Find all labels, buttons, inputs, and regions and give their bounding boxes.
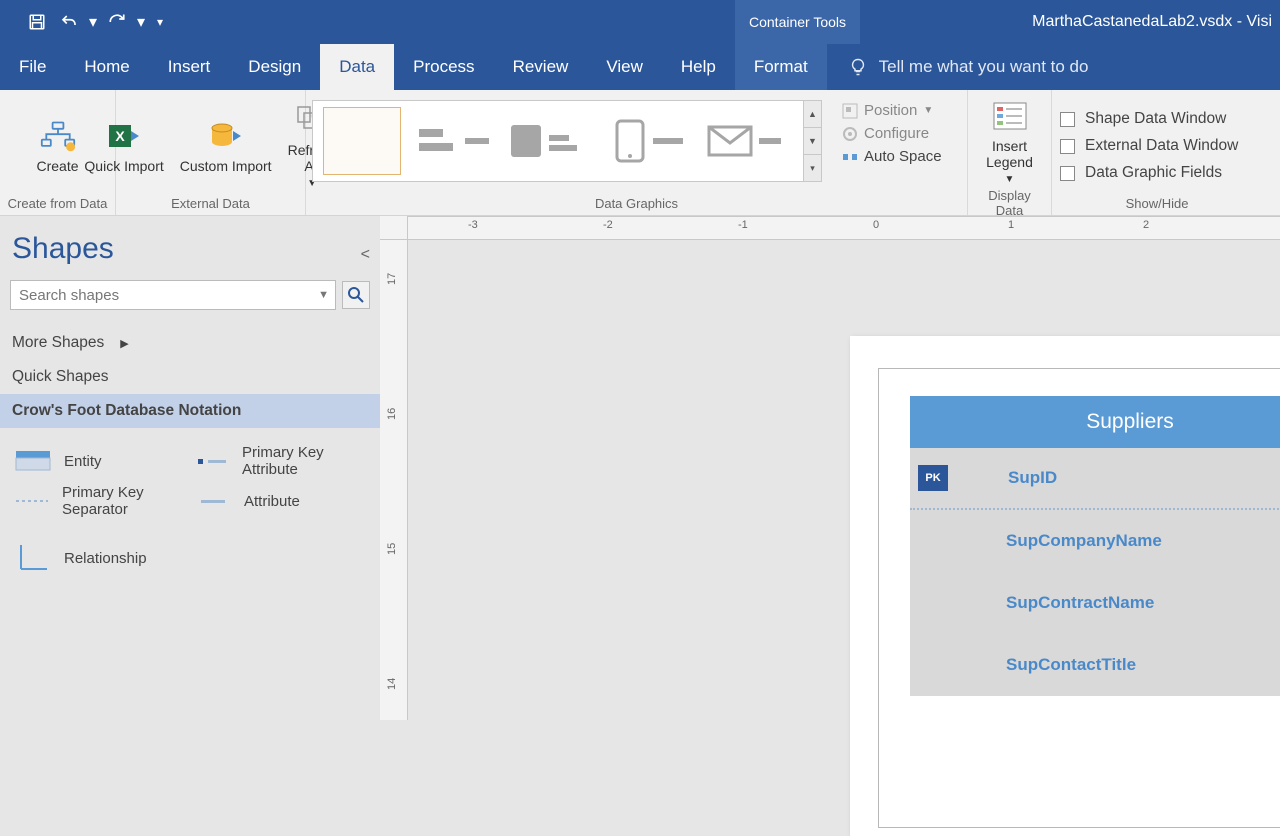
shape-attribute[interactable]: Attribute	[194, 484, 370, 518]
create-button[interactable]: Create	[30, 116, 84, 176]
search-shapes-input[interactable]: Search shapes ▼	[10, 280, 336, 310]
entity-header[interactable]: Suppliers	[910, 396, 1280, 448]
search-button[interactable]	[342, 281, 370, 309]
undo-icon[interactable]	[54, 7, 84, 37]
search-icon	[348, 287, 364, 303]
workspace: Shapes < Search shapes ▼ More Shapes▶ Qu…	[0, 216, 1280, 720]
gallery-item-phone[interactable]	[613, 107, 693, 175]
entity-row[interactable]: SupCompanyName	[910, 510, 1280, 572]
shape-primary-key-separator[interactable]: Primary Key Separator	[14, 484, 190, 518]
external-data-window-checkbox[interactable]: External Data Window	[1060, 137, 1238, 155]
legend-icon	[992, 98, 1028, 134]
arrange-options: Position ▼ Configure Auto Space	[836, 98, 948, 169]
shape-entity[interactable]: Entity	[14, 444, 190, 478]
gallery-scroll[interactable]: ▲▼▾	[803, 101, 821, 181]
entity-suppliers[interactable]: Suppliers PK SupID SupCompanyName SupCon…	[910, 396, 1280, 696]
gallery-item-databar[interactable]	[415, 107, 495, 175]
entity-row-pk[interactable]: PK SupID	[910, 448, 1280, 510]
shapes-title: Shapes	[0, 224, 380, 280]
tab-process[interactable]: Process	[394, 44, 493, 90]
tab-insert[interactable]: Insert	[149, 44, 230, 90]
gallery-item-mail[interactable]	[707, 107, 787, 175]
position-button[interactable]: Position ▼	[842, 102, 942, 119]
ruler-vertical: 17 16 15 14	[380, 240, 408, 720]
group-data-graphics: Data Graphics	[312, 196, 961, 213]
svg-text:X: X	[115, 128, 125, 144]
tell-me-label: Tell me what you want to do	[879, 57, 1089, 77]
group-external-data: External Data	[122, 196, 299, 213]
shapes-panel: Shapes < Search shapes ▼ More Shapes▶ Qu…	[0, 216, 380, 720]
tab-view[interactable]: View	[587, 44, 662, 90]
ruler-horizontal: -3 -2 -1 0 1 2	[408, 216, 1280, 240]
undo-dropdown-icon[interactable]: ▾	[86, 7, 100, 37]
group-create-from-data: Create from Data	[6, 196, 109, 213]
quick-shapes-link[interactable]: Quick Shapes	[0, 360, 380, 394]
tab-file[interactable]: File	[0, 44, 65, 90]
shape-data-window-checkbox[interactable]: Shape Data Window	[1060, 110, 1238, 128]
group-display-data: Display Data	[974, 188, 1045, 220]
redo-dropdown-icon[interactable]: ▾	[134, 7, 148, 37]
quick-access-toolbar: ▾ ▾ ▾	[0, 7, 170, 37]
document-title: MarthaCastanedaLab2.vsdx - Visi	[1032, 13, 1272, 31]
tab-data[interactable]: Data	[320, 44, 394, 90]
configure-button[interactable]: Configure	[842, 125, 942, 142]
redo-icon[interactable]	[102, 7, 132, 37]
contextual-tab-label: Container Tools	[735, 0, 860, 44]
insert-legend-button[interactable]: Insert Legend▼	[974, 96, 1045, 188]
tell-me[interactable]: Tell me what you want to do	[827, 44, 1089, 90]
custom-import-button[interactable]: Custom Import	[174, 116, 278, 176]
tab-review[interactable]: Review	[494, 44, 588, 90]
quick-import-button[interactable]: X Quick Import	[78, 116, 169, 176]
ribbon-tabs: File Home Insert Design Data Process Rev…	[0, 44, 1280, 90]
database-icon	[208, 118, 244, 154]
group-show-hide: Show/Hide	[1058, 196, 1256, 213]
gallery-item-none[interactable]	[323, 107, 401, 175]
lightbulb-icon	[849, 58, 867, 76]
tab-format[interactable]: Format	[735, 44, 827, 90]
canvas[interactable]: -3 -2 -1 0 1 2 17 16 15 14 Suppliers PK …	[380, 216, 1280, 720]
tab-home[interactable]: Home	[65, 44, 148, 90]
more-shapes-link[interactable]: More Shapes▶	[0, 326, 380, 360]
stencil-crows-foot[interactable]: Crow's Foot Database Notation	[0, 394, 380, 428]
title-bar: ▾ ▾ ▾ Container Tools MarthaCastanedaLab…	[0, 0, 1280, 44]
qat-customize-icon[interactable]: ▾	[150, 7, 170, 37]
shape-relationship[interactable]: Relationship	[0, 528, 380, 570]
search-dropdown-icon[interactable]: ▼	[318, 289, 329, 301]
shape-primary-key-attribute[interactable]: Primary Key Attribute	[194, 444, 370, 478]
entity-row[interactable]: SupContactTitle	[910, 634, 1280, 696]
collapse-panel-icon[interactable]: <	[361, 246, 370, 264]
data-graphic-fields-checkbox[interactable]: Data Graphic Fields	[1060, 164, 1238, 182]
excel-icon: X	[106, 118, 142, 154]
pk-badge: PK	[918, 465, 948, 491]
data-graphics-gallery[interactable]: ▲▼▾	[312, 100, 822, 182]
save-icon[interactable]	[22, 7, 52, 37]
tab-help[interactable]: Help	[662, 44, 735, 90]
search-placeholder: Search shapes	[19, 287, 119, 304]
create-icon	[40, 118, 76, 154]
entity-row[interactable]: SupContractName	[910, 572, 1280, 634]
auto-space-button[interactable]: Auto Space	[842, 148, 942, 165]
ribbon: Create Create from Data X Quick Import C…	[0, 90, 1280, 216]
ruler-corner	[380, 216, 408, 240]
tab-design[interactable]: Design	[229, 44, 320, 90]
gallery-item-icon[interactable]	[509, 107, 599, 175]
